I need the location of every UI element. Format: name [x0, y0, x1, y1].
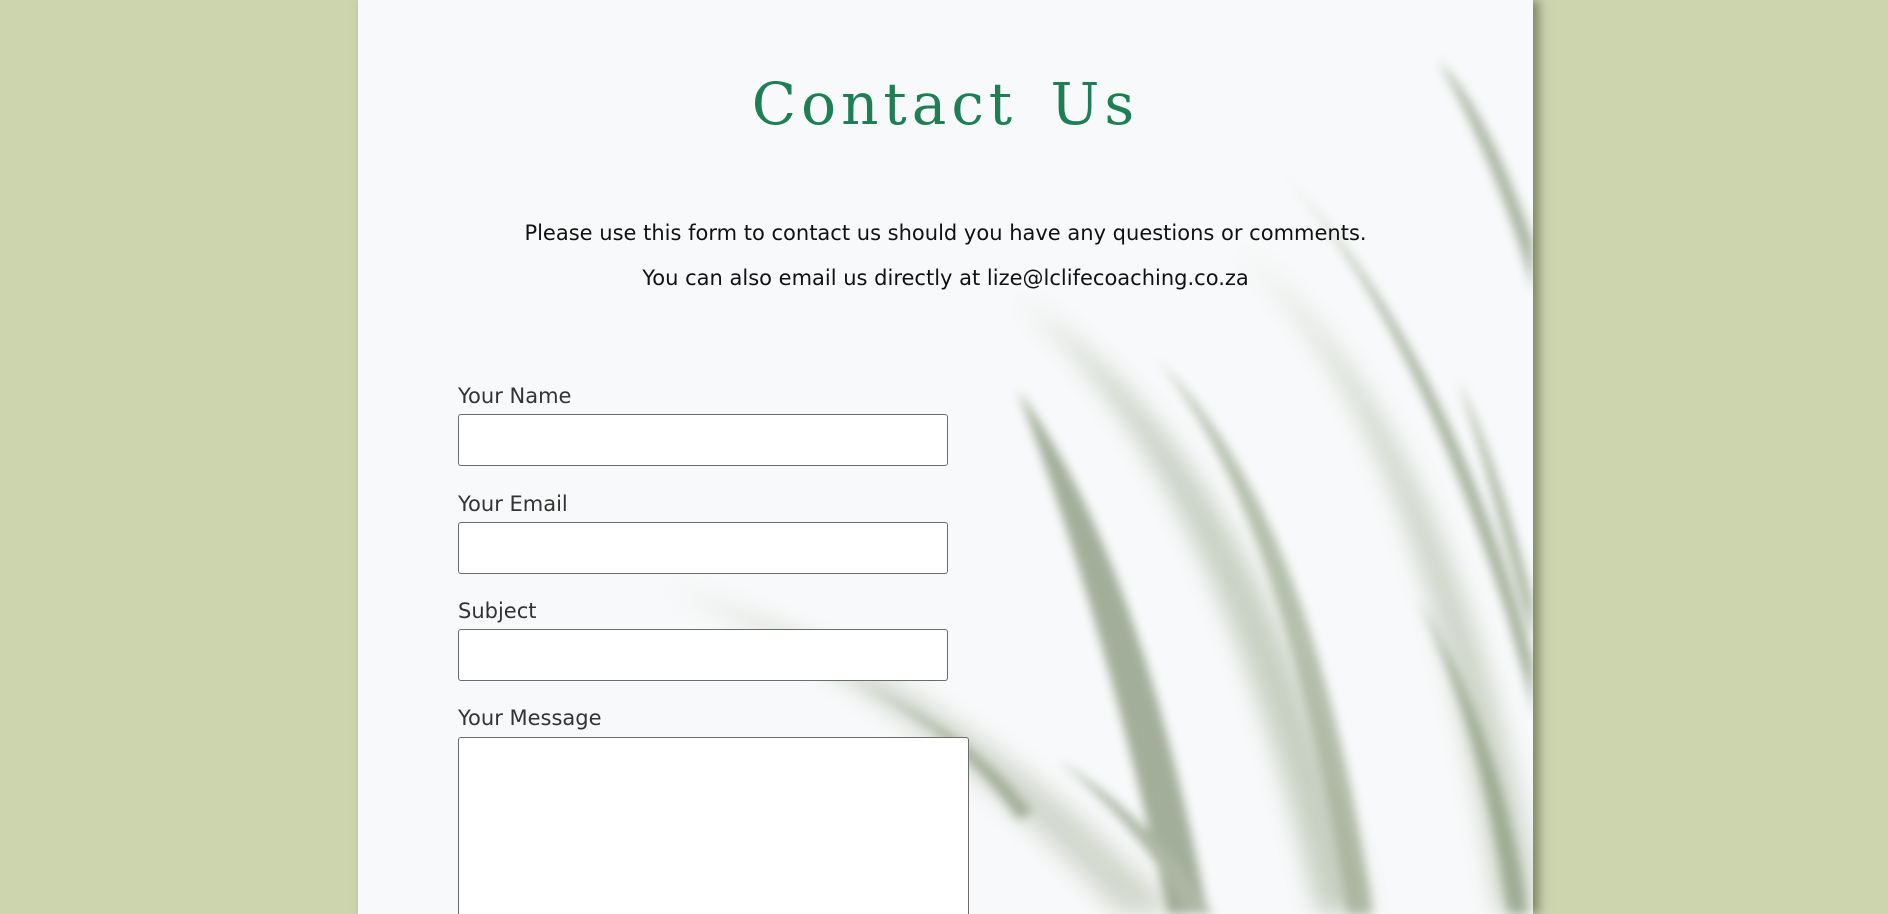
intro-text: Please use this form to contact us shoul…: [524, 221, 1367, 245]
email-label: Your Email: [458, 492, 568, 516]
email-input[interactable]: [458, 522, 948, 574]
subject-input[interactable]: [458, 629, 948, 681]
page-title: Contact Us: [751, 70, 1140, 138]
message-textarea[interactable]: [458, 737, 969, 914]
name-input[interactable]: [458, 414, 948, 466]
name-label: Your Name: [458, 384, 572, 408]
subject-label: Subject: [458, 599, 537, 623]
message-label: Your Message: [458, 706, 602, 730]
contact-page: Contact Us Please use this form to conta…: [358, 0, 1533, 914]
email-contact-text: You can also email us directly at lize@l…: [642, 266, 1249, 290]
